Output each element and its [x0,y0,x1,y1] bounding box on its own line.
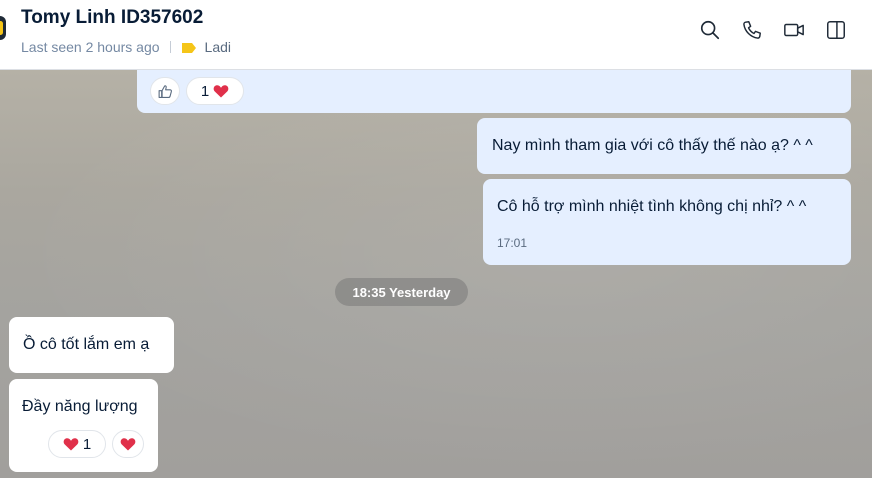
video-call-icon[interactable] [782,18,806,42]
last-seen-status: Last seen 2 hours ago [21,39,160,55]
reaction-summary[interactable]: 1 [48,430,106,458]
avatar[interactable] [0,16,6,40]
heart-icon [120,437,136,451]
tag-icon[interactable] [181,41,197,53]
message-text: Ồ cô tốt lắm em ạ [23,336,150,353]
heart-reaction-button[interactable] [112,430,144,458]
message-bubble-outgoing[interactable]: Cô hỗ trợ mình nhiệt tình không chị nhỉ?… [483,179,851,265]
reaction-count: 1 [82,435,92,453]
header-actions [698,17,848,43]
message-bubble-incoming[interactable]: Đầy năng lượng 1 [9,379,158,472]
meta-divider [169,41,171,53]
message-bubble-outgoing[interactable]: Nay mình tham gia với cô thấy thế nào ạ?… [477,118,851,174]
contact-name[interactable]: Tomy Linh ID357602 [21,7,203,29]
message-bubble-outgoing[interactable]: 1 [137,70,851,113]
thumbs-up-icon [158,84,172,98]
message-text: Cô hỗ trợ mình nhiệt tình không chị nhỉ?… [497,198,807,215]
message-text: Đầy năng lượng [22,398,138,415]
message-bubble-incoming[interactable]: Ồ cô tốt lắm em ạ [9,317,174,373]
reaction-summary[interactable]: 1 [186,77,244,105]
phone-icon[interactable] [740,18,764,42]
heart-icon [63,437,79,451]
search-icon[interactable] [698,18,722,42]
chat-area[interactable]: 1 Nay mình tham gia với cô thấy thế nào … [0,70,872,478]
heart-icon [213,84,229,98]
time-divider: 18:35 Yesterday [335,278,468,306]
sidebar-toggle-icon[interactable] [824,18,848,42]
message-text: Nay mình tham gia với cô thấy thế nào ạ?… [492,137,813,154]
message-time: 17:01 [497,236,528,250]
chat-header: Tomy Linh ID357602 Last seen 2 hours ago… [0,0,872,70]
reaction-count: 1 [200,82,210,100]
tag-label[interactable]: Ladi [205,39,231,55]
like-reaction-button[interactable] [150,77,180,105]
contact-meta: Last seen 2 hours ago Ladi [21,38,231,56]
